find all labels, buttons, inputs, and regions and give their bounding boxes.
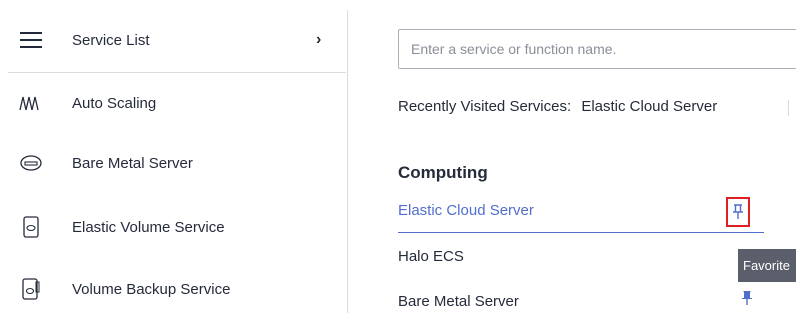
active-underline bbox=[398, 232, 764, 233]
service-list-toggle[interactable]: Service List › bbox=[0, 15, 346, 65]
favorite-pin-button[interactable] bbox=[726, 197, 750, 227]
panel-divider bbox=[347, 10, 348, 313]
service-sidebar: Service List › Auto Scaling Bare Metal S… bbox=[0, 0, 348, 313]
sidebar-item-elastic-volume-service[interactable]: Elastic Volume Service bbox=[0, 202, 346, 252]
sidebar-item-bare-metal-server[interactable]: Bare Metal Server bbox=[0, 138, 346, 188]
favorite-pin-button[interactable] bbox=[741, 290, 753, 311]
volume-backup-icon bbox=[18, 276, 44, 302]
service-link-halo-ecs[interactable]: Halo ECS bbox=[398, 248, 464, 265]
pin-outline-icon bbox=[733, 204, 743, 219]
sidebar-item-label: Auto Scaling bbox=[72, 94, 157, 112]
search-input[interactable] bbox=[398, 29, 796, 69]
sidebar-item-label: Bare Metal Server bbox=[72, 154, 193, 172]
service-link-elastic-cloud-server[interactable]: Elastic Cloud Server bbox=[398, 202, 534, 219]
bare-metal-server-icon bbox=[18, 150, 44, 176]
favorite-tooltip: Favorite bbox=[738, 249, 796, 282]
pin-filled-icon bbox=[742, 291, 752, 305]
chevron-right-icon: › bbox=[316, 31, 322, 48]
recent-item[interactable]: Elastic Cloud Server bbox=[581, 98, 717, 115]
sidebar-item-auto-scaling[interactable]: Auto Scaling bbox=[0, 78, 346, 128]
elastic-volume-icon bbox=[18, 214, 44, 240]
category-title: Computing bbox=[398, 163, 488, 182]
recently-visited-bar: Recently Visited Services: Elastic Cloud… bbox=[398, 98, 789, 116]
recently-visited-label: Recently Visited Services: bbox=[398, 98, 572, 115]
sidebar-item-label: Elastic Volume Service bbox=[72, 218, 225, 236]
service-list-label: Service List bbox=[72, 31, 150, 49]
sidebar-item-label: Volume Backup Service bbox=[72, 280, 231, 298]
sidebar-divider bbox=[8, 72, 346, 73]
auto-scaling-icon bbox=[18, 90, 44, 116]
hamburger-menu-icon bbox=[18, 27, 44, 53]
recent-separator bbox=[788, 100, 789, 116]
service-link-bare-metal-server[interactable]: Bare Metal Server bbox=[398, 293, 519, 310]
sidebar-item-volume-backup-service[interactable]: Volume Backup Service bbox=[0, 264, 346, 314]
